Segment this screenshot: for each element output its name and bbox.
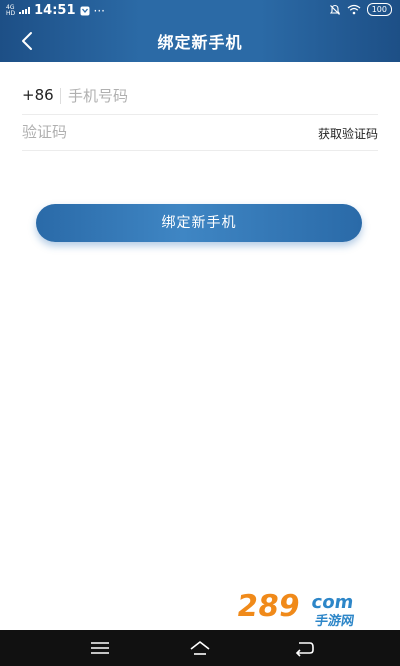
notification-icon [80, 6, 90, 15]
battery-indicator: 100 [366, 3, 392, 16]
status-right: 100 [329, 3, 392, 16]
country-code[interactable]: +86 [22, 86, 54, 104]
home-button[interactable] [188, 638, 212, 658]
more-notifications: ··· [93, 3, 105, 18]
recents-button[interactable] [88, 638, 112, 658]
network-sub-label: HD [6, 9, 16, 17]
signal-icon [19, 7, 31, 14]
status-time: 14:51 [34, 3, 76, 18]
status-left: 4G HD 14:51 ··· [6, 3, 105, 18]
home-icon [190, 641, 210, 655]
get-code-button[interactable]: 获取验证码 [318, 125, 378, 142]
phone-row: +86 [22, 78, 378, 115]
site-watermark-logo: 289 com 手游网 [234, 588, 356, 628]
app-header: 4G HD 14:51 ··· 100 绑定新手机 [0, 0, 400, 62]
phone-input[interactable] [68, 82, 368, 110]
watermark-sub: 手游网 [314, 613, 355, 628]
wifi-icon [347, 4, 361, 15]
country-code-divider [60, 88, 61, 104]
mute-icon [329, 4, 340, 15]
system-back-button[interactable] [292, 638, 316, 658]
verification-row: 获取验证码 [22, 114, 378, 151]
watermark-number: 289 [235, 589, 302, 624]
status-bar: 4G HD 14:51 ··· 100 [0, 0, 400, 22]
system-nav-bar [0, 630, 400, 666]
menu-icon [91, 642, 109, 654]
page-title: 绑定新手机 [157, 33, 243, 52]
network-indicator: 4G HD [6, 4, 16, 17]
verification-code-input[interactable] [22, 118, 272, 146]
watermark-suffix: com [310, 592, 355, 613]
title-bar: 绑定新手机 [0, 24, 400, 58]
back-arrow-icon [295, 642, 314, 657]
bind-phone-button[interactable]: 绑定新手机 [36, 204, 362, 242]
